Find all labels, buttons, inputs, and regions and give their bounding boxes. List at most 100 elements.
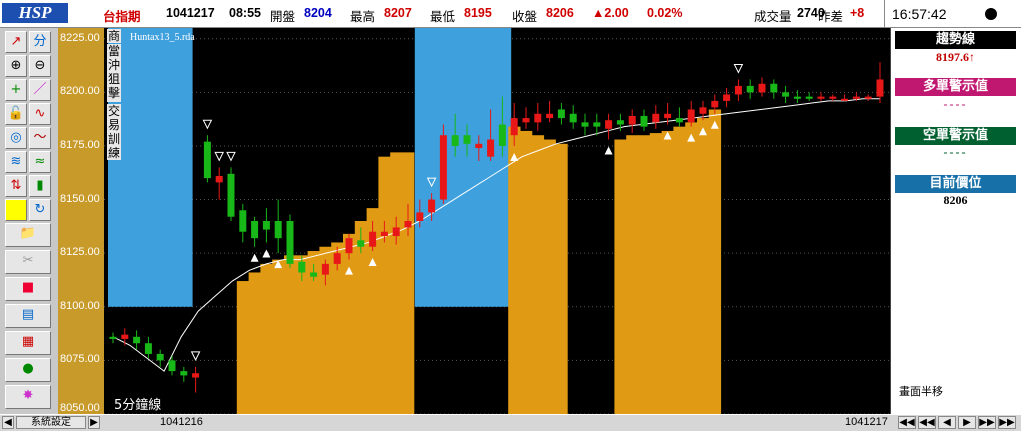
candle-icon[interactable]: ▮ [29, 175, 51, 197]
star-burst-icon[interactable]: ✸ [5, 385, 51, 409]
candle-body [369, 231, 377, 247]
low-label: 最低 [430, 10, 456, 24]
y-tick-label: 8050.00 [60, 402, 100, 414]
orange-zone-bar [520, 130, 533, 414]
candle-body [192, 373, 200, 378]
orange-zone-bar [543, 139, 556, 414]
buy-signal-triangle [604, 146, 613, 155]
orange-zone-bar [673, 126, 686, 414]
flip-icon[interactable]: ⇅ [5, 175, 27, 197]
indicator-icon[interactable]: ≋ [5, 151, 27, 173]
buy-signal-triangle [250, 253, 259, 262]
candle-body [534, 113, 542, 123]
orange-zone-bar [248, 272, 261, 414]
close-icon[interactable] [985, 8, 997, 20]
scroll-left-icon[interactable]: ◀ [2, 416, 14, 429]
candle-body [121, 334, 129, 339]
screen-shift-note[interactable]: 畫面半移 [899, 383, 943, 399]
nav-forward-button[interactable]: ▶ [958, 416, 976, 429]
y-tick-label: 8225.00 [60, 31, 100, 44]
lock-icon[interactable]: 🔓 [5, 103, 27, 125]
menu-item-training[interactable]: 交易訓練 [107, 104, 121, 160]
pattern-icon[interactable]: ≈ [29, 151, 51, 173]
symbol-name[interactable]: 台指期 [103, 6, 141, 25]
system-settings-button[interactable]: 系統設定 [16, 416, 86, 429]
target-icon[interactable]: ◎ [5, 127, 27, 149]
price-chart[interactable]: 商 當沖狙擊 交易訓練 Huntax13_5.rda 5分鐘線 [104, 28, 890, 414]
boxing-icon[interactable]: ● [5, 358, 51, 382]
pen-icon[interactable]: ／ [29, 79, 51, 101]
candle-body [487, 139, 495, 157]
close-label: 收盤 [512, 10, 538, 24]
scissors-icon[interactable]: ✂ [5, 250, 51, 274]
orange-zone-bar [260, 263, 273, 414]
zoom-in-icon[interactable]: ⊕ [5, 55, 27, 77]
sell-signal-triangle [214, 151, 225, 162]
candle-body [439, 135, 447, 200]
orange-zone-bar [284, 255, 297, 414]
candle-body [569, 113, 577, 123]
quote-date: 1041217 [166, 6, 215, 20]
color-box-icon[interactable] [5, 199, 27, 221]
menu-item-daytrade[interactable]: 當沖狙擊 [107, 44, 121, 102]
scroll-right-icon[interactable]: ▶ [88, 416, 100, 429]
sell-signal-triangle [202, 119, 213, 130]
change-value: ▲2.00 [592, 6, 629, 20]
trend-line-icon[interactable]: ↗ [5, 31, 27, 53]
candle-body [758, 83, 766, 93]
y-tick-label: 8175.00 [60, 138, 100, 151]
candle-body [876, 79, 884, 97]
curve-icon[interactable]: ～ [29, 127, 51, 149]
nav-fast-forward-button[interactable]: ▶▶ [978, 416, 996, 429]
candle-body [616, 120, 624, 125]
nav-last-button[interactable]: ▶▶ [998, 416, 1016, 429]
wave-icon[interactable]: ∿ [29, 103, 51, 125]
refresh-icon[interactable]: ↻ [29, 199, 51, 221]
stop-icon[interactable]: ■ [5, 277, 51, 301]
nav-first-button[interactable]: ◀◀ [898, 416, 916, 429]
candle-body [581, 122, 589, 127]
candle-body [463, 135, 471, 144]
nav-fast-back-button[interactable]: ◀◀ [918, 416, 936, 429]
sell-signal-triangle [733, 63, 744, 74]
candle-body [723, 94, 731, 101]
candle-body [498, 124, 506, 146]
fibonacci-icon[interactable]: 分 [29, 31, 51, 53]
open-value: 8204 [304, 6, 332, 20]
folder-icon[interactable]: 📁 [5, 223, 51, 247]
candle-body [251, 221, 259, 239]
clock: 16:57:42 [892, 6, 947, 22]
candle-body [793, 96, 801, 99]
candle-body [652, 113, 660, 123]
orange-zone-bar [272, 259, 285, 414]
candle-body [168, 360, 176, 372]
zoom-out-icon[interactable]: ⊖ [29, 55, 51, 77]
nav-back-button[interactable]: ◀ [938, 416, 956, 429]
trend-value: 8197.6↑ [936, 50, 975, 64]
window-icon[interactable]: ▤ [5, 304, 51, 328]
buy-signal-triangle [262, 249, 271, 258]
candle-body [640, 115, 648, 127]
candlestick-chart[interactable] [104, 28, 890, 414]
candle-body [605, 120, 613, 129]
quote-header: HSP 台指期 1041217 08:55 開盤 8204 最高 8207 最低… [0, 0, 1021, 28]
position-value: 8206 [943, 193, 968, 207]
candle-body [557, 109, 565, 119]
candle-body [333, 253, 341, 264]
trend-header: 趨勢線 [895, 31, 1016, 49]
crosshair-icon[interactable]: + [5, 79, 27, 101]
orange-zone-bar [661, 130, 674, 414]
orange-zone-bar [697, 118, 710, 414]
menu-item-shang[interactable]: 商 [107, 29, 121, 43]
sell-signal-triangle [190, 351, 201, 361]
period-label[interactable]: 5分鐘線 [114, 394, 161, 413]
short-alert-header: 空單警示值 [895, 127, 1016, 145]
candle-body [510, 118, 518, 136]
candle-body [593, 122, 601, 127]
candle-body [133, 336, 141, 344]
candle-body [628, 115, 636, 125]
grid-icon[interactable]: ▦ [5, 331, 51, 355]
candle-body [475, 143, 483, 149]
orange-zone-bar [402, 152, 415, 414]
candle-body [852, 96, 860, 99]
